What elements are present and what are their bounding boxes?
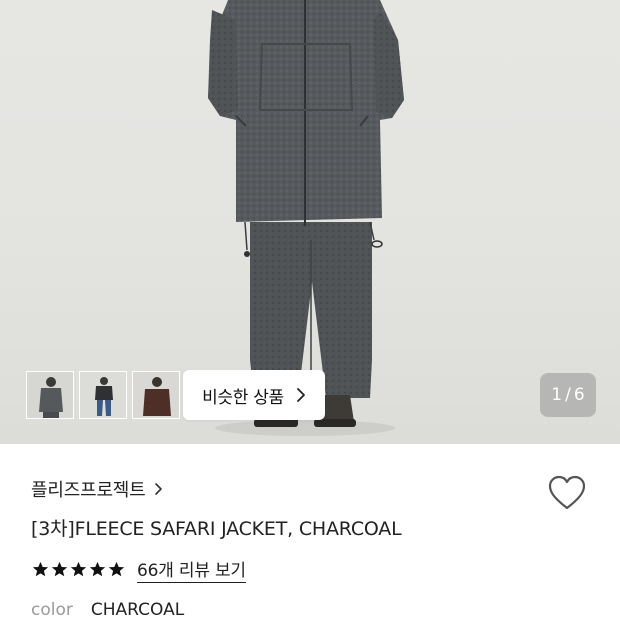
- heart-icon[interactable]: [548, 475, 586, 511]
- page-separator: /: [565, 385, 571, 405]
- star-icon: [51, 561, 68, 577]
- page-total: 6: [573, 385, 585, 405]
- star-icon: [32, 561, 49, 577]
- chevron-right-icon: [154, 483, 162, 495]
- thumbnail-model-3[interactable]: [132, 371, 180, 419]
- brand-link[interactable]: 플리즈프로젝트: [31, 476, 163, 502]
- brand-name: 플리즈프로젝트: [31, 480, 146, 501]
- thumbnail-strip: [26, 371, 180, 419]
- product-image-carousel[interactable]: 비슷한 상품 1 / 6: [0, 0, 620, 444]
- similar-products-label: 비슷한 상품: [202, 387, 284, 408]
- color-option: color CHARCOAL: [31, 600, 184, 620]
- product-title: [3차]FLEECE SAFARI JACKET, CHARCOAL: [31, 518, 402, 540]
- rating-stars: [32, 561, 125, 578]
- thumbnail-front[interactable]: [26, 371, 74, 419]
- chevron-right-icon: [297, 388, 305, 402]
- image-page-counter: 1 / 6: [540, 373, 596, 417]
- star-icon: [108, 561, 125, 577]
- review-link[interactable]: 66개 리뷰 보기: [137, 556, 246, 583]
- color-option-label: color: [31, 600, 73, 620]
- similar-products-button[interactable]: 비슷한 상품: [183, 370, 325, 420]
- page-current: 1: [551, 385, 563, 405]
- color-option-value: CHARCOAL: [90, 600, 185, 620]
- star-icon: [70, 561, 87, 577]
- rating-row: 66개 리뷰 보기: [32, 556, 246, 583]
- thumbnail-model-2[interactable]: [79, 371, 127, 419]
- star-icon: [89, 561, 106, 577]
